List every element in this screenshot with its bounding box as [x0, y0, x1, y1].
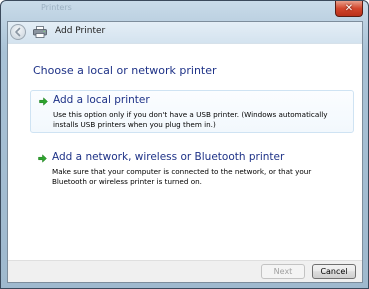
back-button[interactable] [10, 24, 26, 40]
green-arrow-icon [39, 97, 48, 106]
wizard-content: Add Printer Choose a local or network pr… [7, 21, 363, 283]
page-title: Choose a local or network printer [33, 64, 217, 77]
close-button[interactable]: ✕ [335, 1, 363, 17]
add-printer-window: Printers ✕ Add Printer Choose a local or… [0, 0, 369, 289]
close-icon: ✕ [344, 2, 354, 14]
add-network-printer-option[interactable]: Add a network, wireless or Bluetooth pri… [30, 150, 354, 190]
green-arrow-icon [38, 154, 47, 163]
option-description: Use this option only if you don't have a… [53, 110, 328, 129]
printer-icon [33, 26, 47, 38]
option-title: Add a network, wireless or Bluetooth pri… [52, 151, 285, 163]
wizard-header: Add Printer [8, 22, 362, 44]
wizard-footer: Next Cancel [8, 260, 362, 282]
next-button[interactable]: Next [261, 264, 305, 279]
option-title: Add a local printer [53, 94, 150, 106]
cancel-button[interactable]: Cancel [312, 264, 356, 279]
background-window-title: Printers [41, 3, 72, 12]
back-arrow-icon [15, 27, 21, 37]
window-title: Add Printer [55, 26, 106, 36]
add-local-printer-option[interactable]: Add a local printer Use this option only… [30, 90, 354, 133]
option-description: Make sure that your computer is connecte… [52, 167, 312, 186]
